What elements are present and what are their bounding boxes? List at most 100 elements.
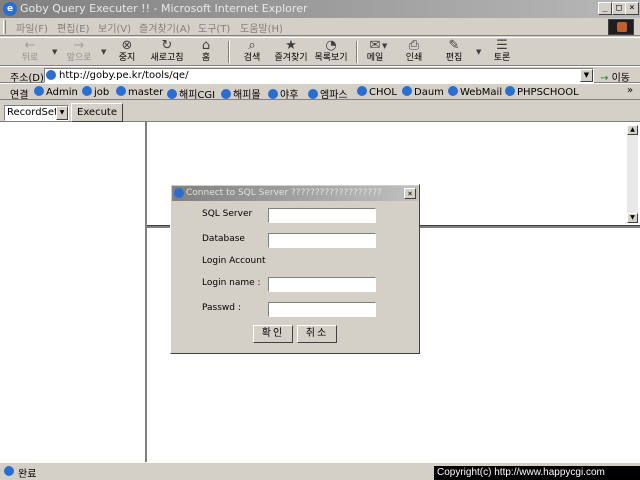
toolbar-separator — [228, 41, 230, 63]
title-bar: e Goby Query Executer !! - Microsoft Int… — [0, 0, 640, 18]
go-button[interactable]: → 이동 — [600, 69, 630, 84]
connect-dialog: Connect to SQL Server ??????????????????… — [170, 184, 420, 354]
home-icon: ⌂ — [201, 38, 211, 53]
page-done-icon — [4, 466, 14, 476]
links-label: 연결 — [10, 90, 29, 101]
cancel-button[interactable]: 취소 — [297, 325, 337, 343]
login-name-input[interactable] — [268, 277, 376, 292]
link-webmail[interactable]: WebMail — [448, 86, 502, 98]
standard-toolbar: ← 뒤로 ▼ → 앞으로 ▼ ⊗ 중지 ↻ 새로고침 ⌂ 홈 ⌕ 검색 ★ 즐겨… — [0, 37, 640, 66]
link-icon — [167, 89, 177, 99]
sql-server-input[interactable] — [268, 208, 376, 223]
browser-window: e Goby Query Executer !! - Microsoft Int… — [0, 0, 640, 480]
link-icon — [221, 89, 231, 99]
search-button[interactable]: ⌕ 검색 — [238, 39, 266, 66]
link-icon — [448, 86, 458, 96]
refresh-icon: ↻ — [161, 38, 173, 53]
database-label: Database — [202, 234, 245, 244]
link-phpschool[interactable]: PHPSCHOOL — [505, 86, 579, 98]
history-button[interactable]: ◔ 목록보기 — [312, 39, 350, 66]
link-icon — [34, 86, 44, 96]
left-frame — [0, 122, 147, 462]
forward-dropdown-icon[interactable]: ▼ — [101, 48, 106, 56]
scroll-up-icon[interactable]: ▲ — [627, 125, 638, 135]
execute-button[interactable]: Execute — [71, 103, 123, 122]
link-icon — [116, 86, 126, 96]
status-text: 완료 — [18, 469, 37, 480]
password-input[interactable] — [268, 302, 376, 317]
favorites-button[interactable]: ★ 즐겨찾기 — [272, 39, 310, 66]
dialog-title: Connect to SQL Server ??????????????????… — [172, 186, 418, 201]
maximize-button[interactable]: □ — [612, 2, 626, 15]
discuss-icon: ☰ — [496, 38, 508, 53]
menu-edit[interactable]: 편집(E) — [57, 20, 90, 35]
link-admin[interactable]: Admin — [34, 86, 78, 98]
links-bar: 연결 Admin job master 해피CGI 해피몰 야후 엠파스 CHO… — [0, 83, 640, 101]
edit-dropdown-icon[interactable]: ▼ — [476, 48, 481, 56]
links-more-button[interactable]: » — [627, 85, 633, 96]
recordset-select[interactable]: RecordSet ▼ — [4, 105, 69, 121]
link-icon — [505, 86, 515, 96]
menu-favorites[interactable]: 즐겨찾기(A) — [139, 20, 190, 35]
window-title: Goby Query Executer !! - Microsoft Inter… — [20, 2, 308, 15]
edit-button[interactable]: ✎ 편집 — [442, 39, 466, 66]
login-account-label: Login Account — [202, 256, 266, 266]
address-label: 주소(D) — [10, 73, 44, 84]
forward-button[interactable]: → 앞으로 — [60, 39, 98, 66]
link-empas[interactable]: 엠파스 — [308, 86, 348, 101]
link-yahoo[interactable]: 야후 — [268, 86, 298, 101]
link-happycgi[interactable]: 해피CGI — [167, 86, 215, 101]
link-icon — [308, 89, 318, 99]
query-scrollbar[interactable]: ▲ ▼ — [627, 125, 638, 223]
forward-arrow-icon: → — [73, 38, 85, 53]
link-chol[interactable]: CHOL — [357, 86, 397, 98]
link-icon — [402, 86, 412, 96]
toolbar-separator — [356, 41, 358, 63]
copyright-banner: Copyright(c) http://www.happycgi.com — [434, 466, 640, 480]
back-dropdown-icon[interactable]: ▼ — [52, 48, 57, 56]
mail-icon: ✉ — [369, 38, 381, 53]
stop-icon: ⊗ — [121, 38, 133, 53]
mail-dropdown-icon[interactable]: ▼ — [382, 42, 387, 50]
address-input[interactable]: http://goby.pe.kr/tools/qe/ — [44, 68, 594, 83]
scroll-down-icon[interactable]: ▼ — [627, 213, 638, 223]
favorites-icon: ★ — [285, 38, 297, 53]
login-name-label: Login name : — [202, 278, 261, 288]
print-button[interactable]: ⎙ 인쇄 — [402, 39, 426, 66]
dialog-close-button[interactable]: × — [404, 188, 416, 199]
database-input[interactable] — [268, 233, 376, 248]
address-dropdown-icon[interactable]: ▼ — [580, 69, 593, 82]
link-icon — [82, 86, 92, 96]
link-happymall[interactable]: 해피몰 — [221, 86, 261, 101]
search-icon: ⌕ — [248, 38, 256, 53]
address-bar: 주소(D) http://goby.pe.kr/tools/qe/ ▼ → 이동 — [0, 66, 640, 84]
refresh-button[interactable]: ↻ 새로고침 — [146, 39, 188, 66]
menu-bar: 파일(F) 편집(E) 보기(V) 즐겨찾기(A) 도구(T) 도움말(H) — [0, 18, 640, 36]
link-icon — [268, 89, 278, 99]
ie-icon — [174, 188, 184, 198]
ok-button[interactable]: 확인 — [253, 325, 293, 343]
link-daum[interactable]: Daum — [402, 86, 444, 98]
sql-server-label: SQL Server — [202, 209, 253, 219]
menu-tools[interactable]: 도구(T) — [198, 20, 230, 35]
menu-file[interactable]: 파일(F) — [16, 20, 48, 35]
menu-view[interactable]: 보기(V) — [98, 20, 131, 35]
menu-help[interactable]: 도움말(H) — [240, 20, 283, 35]
close-button[interactable]: × — [625, 2, 639, 15]
link-icon — [357, 86, 367, 96]
query-toolbar: RecordSet ▼ Execute — [0, 100, 640, 122]
ie-icon: e — [3, 2, 17, 16]
link-job[interactable]: job — [82, 86, 109, 98]
link-master[interactable]: master — [116, 86, 163, 98]
page-icon — [46, 70, 56, 80]
home-button[interactable]: ⌂ 홈 — [194, 39, 218, 66]
menubar-grip — [3, 20, 6, 34]
password-label: Passwd : — [202, 303, 241, 313]
select-arrow-icon: ▼ — [56, 106, 68, 120]
print-icon: ⎙ — [408, 38, 420, 53]
windows-logo-icon — [608, 19, 634, 35]
minimize-button[interactable]: _ — [598, 2, 612, 15]
back-button[interactable]: ← 뒤로 — [14, 39, 46, 66]
stop-button[interactable]: ⊗ 중지 — [112, 39, 142, 66]
discuss-button[interactable]: ☰ 토론 — [490, 39, 514, 66]
